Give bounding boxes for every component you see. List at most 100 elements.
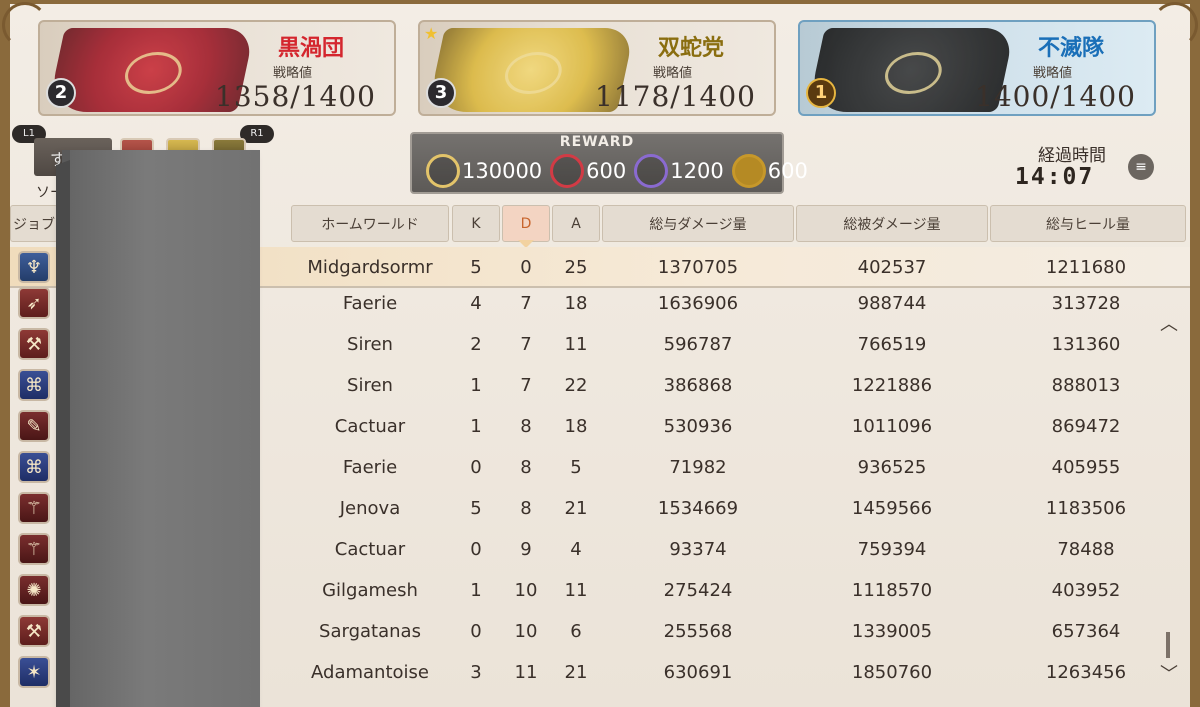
dragoon-icon: ⚚ (18, 492, 50, 524)
team-score: 1178/1400 (595, 80, 756, 113)
machinist-icon: ⚒ (18, 328, 50, 360)
damage-taken: 402537 (857, 257, 927, 278)
damage-dealt: 275424 (663, 580, 733, 601)
red-seal-icon (550, 154, 585, 188)
elapsed-time-value: 14:07 (1015, 164, 1095, 190)
purple-seal-icon (634, 154, 669, 188)
red-mage-icon: ✎ (18, 410, 50, 442)
machinist-icon: ⚒ (18, 615, 50, 647)
assists: 11 (564, 334, 588, 355)
team-score-label: 戦略値 (652, 66, 692, 81)
team-score: 1358/1400 (215, 80, 376, 113)
assists: 22 (564, 375, 588, 396)
kills: 5 (470, 257, 482, 278)
redacted-player-names (62, 150, 260, 707)
healing-done: 1211680 (1045, 257, 1127, 278)
reward-item: 130000 (426, 154, 542, 188)
paladin-icon: ♆ (18, 251, 50, 283)
damage-dealt: 386868 (663, 375, 733, 396)
kills: 2 (470, 334, 482, 355)
damage-taken: 1221886 (851, 375, 933, 396)
home-world: Siren (347, 375, 393, 396)
wolf-mark-gold-icon (426, 154, 460, 188)
scholar-icon: ⌘ (18, 451, 50, 483)
header-kills[interactable]: K (452, 205, 500, 242)
healing-done: 78488 (1057, 539, 1115, 560)
team-name: 不滅隊 (1037, 36, 1104, 61)
damage-taken: 1011096 (851, 416, 933, 437)
healing-done: 1263456 (1045, 662, 1127, 683)
home-world: Jenova (339, 498, 401, 519)
kills: 0 (470, 621, 482, 642)
scholar-icon: ⌘ (18, 369, 50, 401)
scrollbar-thumb[interactable] (1166, 632, 1170, 658)
kills: 1 (470, 580, 482, 601)
scroll-up-icon[interactable]: ︿ (1160, 310, 1178, 336)
header-damage-dealt[interactable]: 総与ダメージ量 (602, 205, 794, 242)
assists: 11 (564, 580, 588, 601)
kills: 5 (470, 498, 482, 519)
team-score-label: 戦略値 (272, 66, 312, 81)
home-world: Cactuar (334, 539, 406, 560)
header-deaths[interactable]: D (502, 205, 550, 242)
team-score-label: 戦略値 (1032, 66, 1072, 81)
deaths: 11 (514, 662, 538, 683)
damage-taken: 759394 (857, 539, 927, 560)
assists: 5 (570, 457, 582, 478)
assists: 21 (564, 498, 588, 519)
assists: 4 (570, 539, 582, 560)
healing-done: 888013 (1051, 375, 1121, 396)
damage-dealt: 1370705 (657, 257, 739, 278)
kills: 4 (470, 293, 482, 314)
astrologian-icon: ✺ (18, 574, 50, 606)
log-icon[interactable]: ≡ (1128, 154, 1154, 180)
damage-taken: 936525 (857, 457, 927, 478)
home-world: Gilgamesh (322, 580, 418, 601)
assists: 25 (564, 257, 588, 278)
healing-done: 131360 (1051, 334, 1121, 355)
rank-badge: 1 (806, 78, 836, 108)
header-home-world[interactable]: ホームワールド (291, 205, 449, 242)
corner-ornament (1152, 2, 1198, 48)
header-job[interactable]: ジョブ (10, 205, 58, 242)
reward-value: 130000 (462, 159, 543, 183)
deaths: 10 (514, 580, 538, 601)
rank-badge: 2 (46, 78, 76, 108)
reward-value: 600 (586, 159, 627, 183)
deaths: 7 (520, 293, 532, 314)
reward-value: 600 (767, 159, 808, 183)
home-world: Sargatanas (319, 621, 421, 642)
assists: 18 (564, 416, 588, 437)
deaths: 7 (520, 375, 532, 396)
home-world: Faerie (342, 457, 398, 478)
healing-done: 657364 (1051, 621, 1121, 642)
rank-badge: 3 (426, 78, 456, 108)
reward-item: 600 (731, 154, 808, 188)
home-world: Adamantoise (311, 662, 429, 683)
team-card-immortal-flames: 1 不滅隊 戦略値 1400/1400 (798, 20, 1156, 116)
damage-dealt: 596787 (663, 334, 733, 355)
team-score: 1400/1400 (975, 80, 1136, 113)
deaths: 8 (520, 416, 532, 437)
healing-done: 405955 (1051, 457, 1121, 478)
kills: 0 (470, 457, 482, 478)
header-damage-taken[interactable]: 総被ダメージ量 (796, 205, 988, 242)
home-world: Cactuar (334, 416, 406, 437)
medal-icon (731, 154, 766, 188)
healing-done: 869472 (1051, 416, 1121, 437)
damage-taken: 1339005 (851, 621, 933, 642)
deaths: 8 (520, 457, 532, 478)
damage-dealt: 630691 (663, 662, 733, 683)
assists: 6 (570, 621, 582, 642)
reward-value: 1200 (670, 159, 724, 183)
header-healing[interactable]: 総与ヒール量 (990, 205, 1186, 242)
damage-dealt: 1636906 (657, 293, 739, 314)
team-name: 黒渦団 (277, 36, 344, 61)
scroll-down-icon[interactable]: ﹀ (1160, 660, 1178, 686)
damage-taken: 988744 (857, 293, 927, 314)
dragoon-icon: ⚚ (18, 533, 50, 565)
ninja-icon: ✶ (18, 656, 50, 688)
header-assists[interactable]: A (552, 205, 600, 242)
deaths: 0 (520, 257, 532, 278)
kills: 3 (470, 662, 482, 683)
